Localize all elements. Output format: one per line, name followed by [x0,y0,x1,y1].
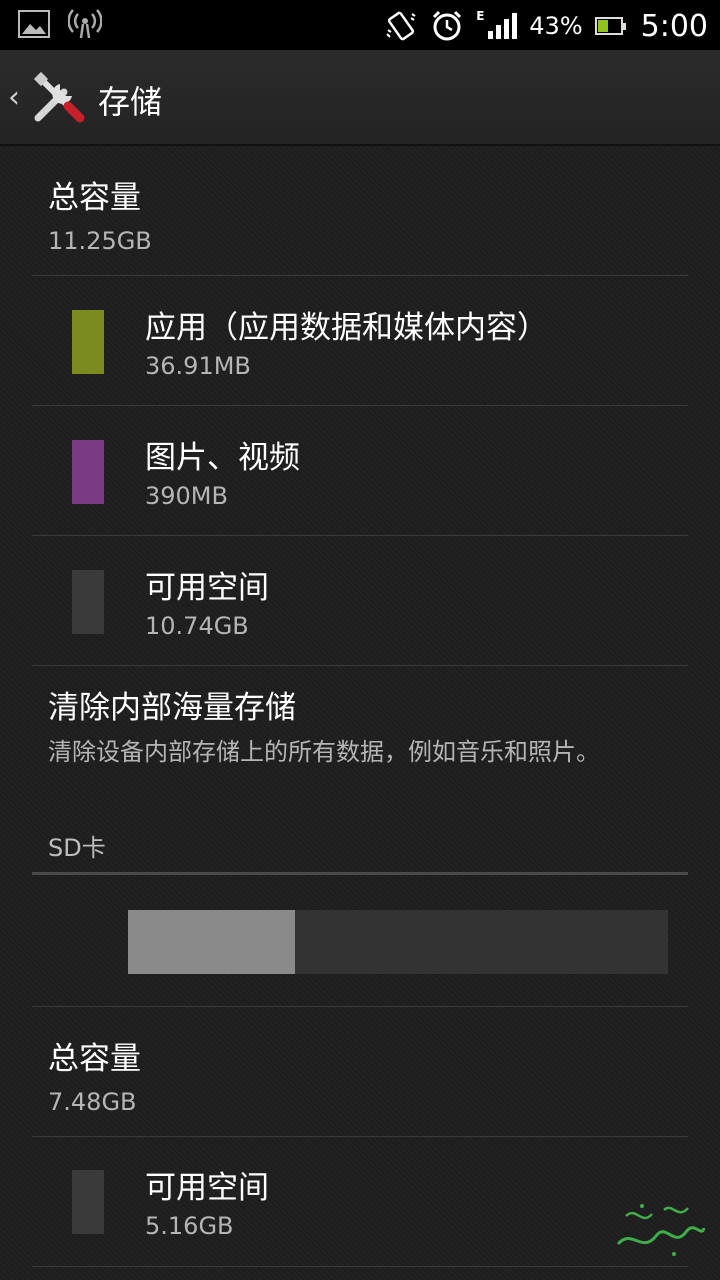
divider [32,535,688,536]
battery-fill [597,20,608,32]
storage-row-value: 5.16GB [145,1212,234,1240]
storage-row-value: 390MB [145,482,228,510]
divider [32,275,688,276]
network-type: E [476,9,485,23]
sd-card-header: SD卡 [48,834,106,862]
battery-percent: 43% [529,12,583,40]
clock: 5:00 [640,8,708,44]
sd-total: 总容量 7.48GB [48,1033,141,1116]
vibrate-icon [386,11,416,41]
storage-row-title: 图片、视频 [145,440,300,476]
alarm-icon [433,10,462,41]
battery-icon [594,17,626,35]
category-divider [32,872,688,875]
image-notification-icon [18,10,50,38]
color-swatch [72,310,104,374]
status-right-icons: E 43% 5:00 [384,6,708,46]
color-swatch [72,1170,104,1234]
back-chevron-icon[interactable]: ‹ [8,80,20,115]
wireless-hotspot-icon [68,9,102,39]
status-left-icons [18,9,102,39]
settings-tools-icon[interactable] [30,70,86,126]
storage-row-value: 36.91MB [145,352,251,380]
watermark-logo [616,1204,706,1256]
color-swatch [72,570,104,634]
divider [32,1136,688,1137]
divider [32,405,688,406]
storage-row-value: 10.74GB [145,612,249,640]
divider [32,1266,688,1267]
total-capacity-label: 总容量 [48,180,141,216]
page-title: 存储 [98,83,163,121]
sd-usage-used [128,910,296,974]
signal-icon: E [476,9,518,39]
storage-row-title: 应用（应用数据和媒体内容） [145,310,548,346]
status-bar: E 43% 5:00 [0,0,720,50]
internal-total: 总容量 11.25GB [48,172,152,255]
erase-internal-storage-item[interactable]: 清除内部海量存储 清除设备内部存储上的所有数据，例如音乐和照片。 [48,682,648,769]
sd-usage-bar [128,910,668,974]
total-capacity-label: 总容量 [48,1041,141,1077]
erase-title: 清除内部海量存储 [48,690,296,726]
storage-row-title: 可用空间 [145,1170,269,1206]
color-swatch [72,440,104,504]
action-bar: ‹ 存储 [0,50,720,146]
divider [32,1006,688,1007]
erase-description: 清除设备内部存储上的所有数据，例如音乐和照片。 [48,738,600,766]
divider [32,665,688,666]
total-capacity-value: 7.48GB [48,1088,137,1116]
total-capacity-value: 11.25GB [48,227,152,255]
storage-row-title: 可用空间 [145,570,269,606]
